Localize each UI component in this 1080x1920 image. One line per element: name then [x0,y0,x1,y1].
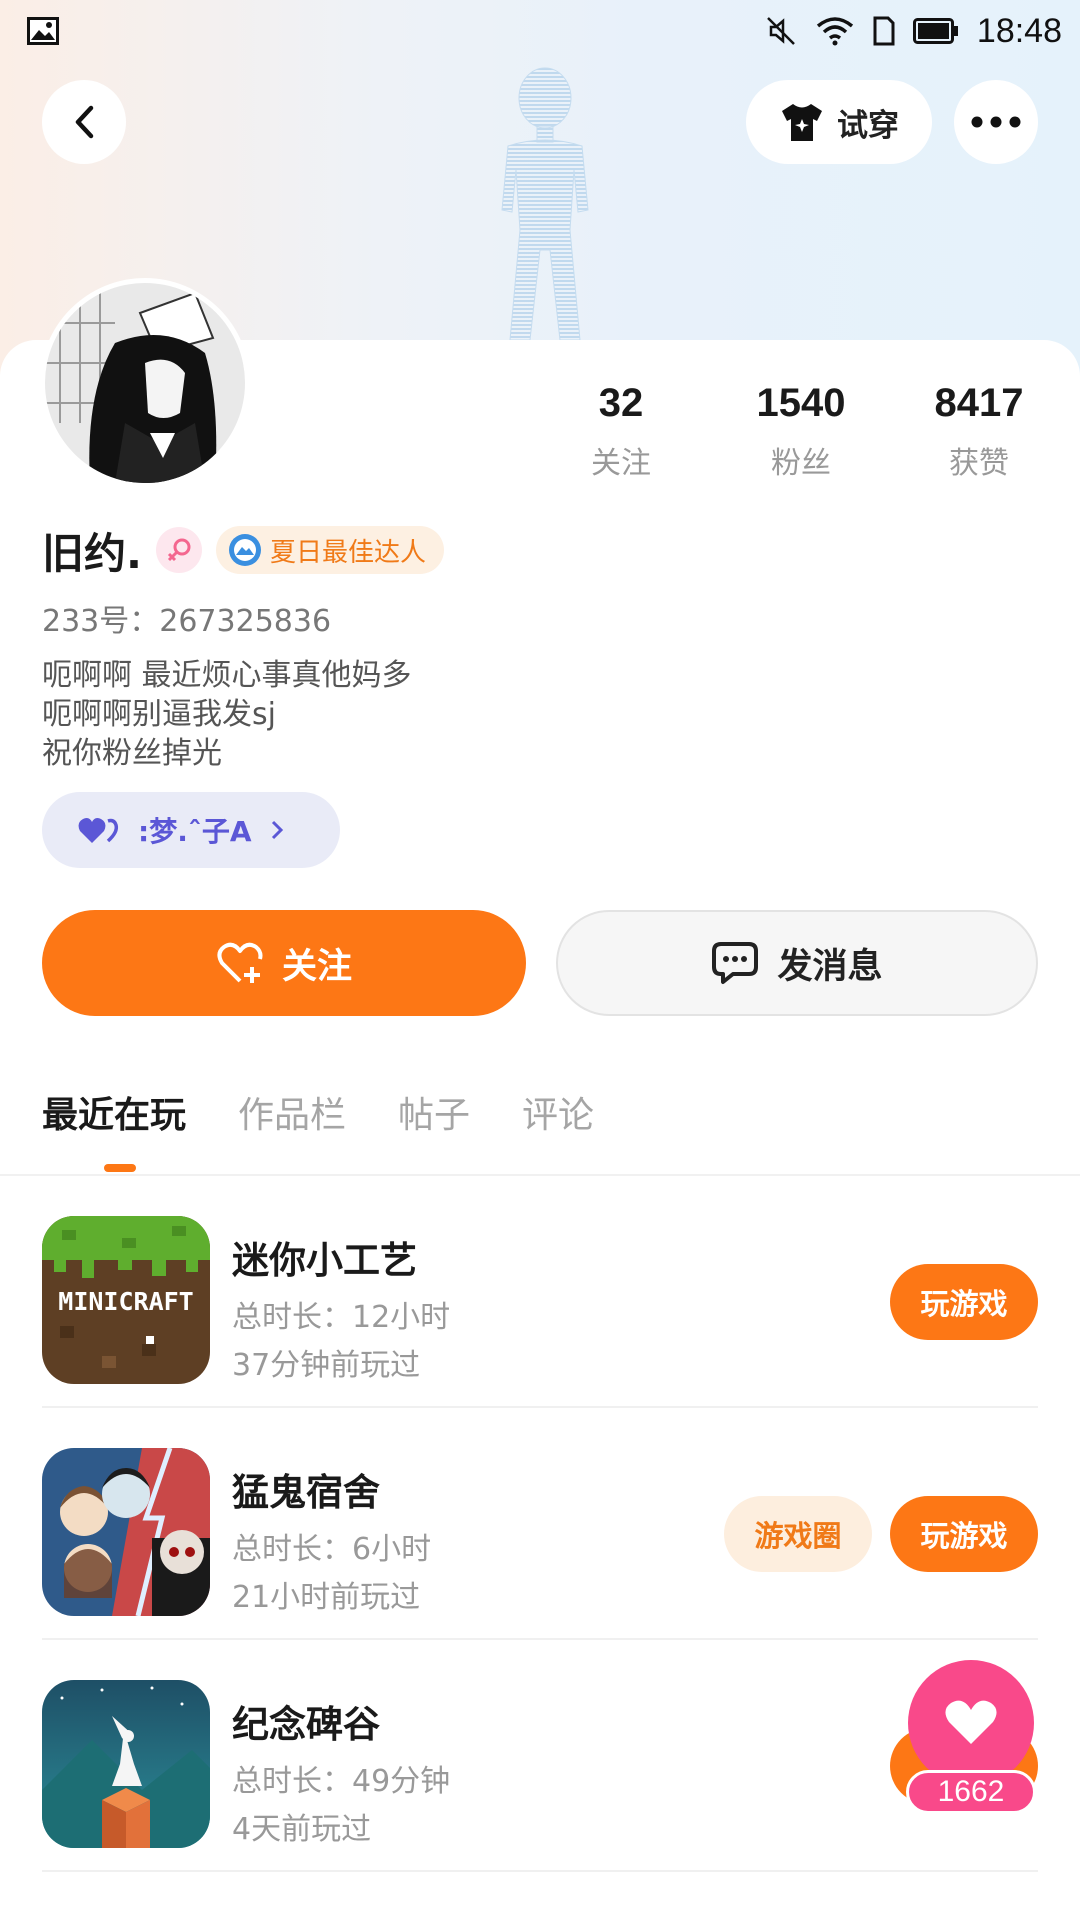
stat-fans[interactable]: 1540 粉丝 [726,380,876,482]
list-item[interactable]: 猛鬼宿舍 总时长：6小时 21小时前玩过 游戏圈 玩游戏 [42,1408,1080,1640]
user-name: 旧约. [42,528,142,578]
fans-count: 1540 [756,381,846,425]
tab-recently-played[interactable]: 最近在玩 [42,1086,186,1138]
user-id: 233号：267325836 [42,604,332,639]
play-game-button[interactable]: 玩游戏 [890,1496,1038,1572]
tab-works[interactable]: 作品栏 [238,1086,346,1138]
heart-icon [945,1700,997,1744]
game-icon-text: MINICRAFT [58,1287,193,1316]
game-duration: 总时长：6小时 [232,1532,432,1567]
female-gender-icon [155,527,202,573]
game-name: 猛鬼宿舍 [232,1471,380,1514]
row-divider [42,1870,1038,1872]
name-row: 旧约. 夏日最佳达人 [42,520,444,580]
chevron-right-icon [271,820,283,840]
like-circle [908,1660,1034,1786]
badge-label: 夏日最佳达人 [269,537,426,568]
stat-likes[interactable]: 8417 获赞 [904,380,1054,482]
likes-count: 8417 [934,381,1024,425]
fans-label: 粉丝 [771,446,831,481]
group-chip-label: :梦.ˆ子A [138,815,252,848]
follow-button[interactable]: 关注 [42,910,526,1016]
game-last-played: 21小时前玩过 [232,1580,421,1615]
tab-posts[interactable]: 帖子 [398,1086,470,1138]
heart-plus-icon [217,942,263,983]
sim-icon [873,16,895,46]
likes-label: 获赞 [949,446,1009,481]
follow-label: 关注 [281,946,352,987]
play-game-button[interactable]: 玩游戏 [890,1264,1038,1340]
game-duration: 总时长：49分钟 [232,1764,451,1799]
avatar-3d-figure-icon [501,67,589,341]
chat-bubble-icon [712,942,759,984]
game-last-played: 37分钟前玩过 [232,1348,421,1383]
message-button[interactable]: 发消息 [556,910,1038,1016]
mute-icon [767,17,795,45]
avatar[interactable] [40,278,250,488]
back-button[interactable] [42,80,126,164]
game-duration: 总时长：12小时 [232,1300,451,1335]
game-icon-haunted-dorm [42,1448,210,1616]
bio-line: 呃啊啊 最近烦心事真他妈多 [42,658,412,693]
more-dots-icon [971,116,1021,128]
status-time: 18:48 [976,11,1062,50]
user-bio: 呃啊啊 最近烦心事真他妈多 呃啊啊别逼我发sj 祝你粉丝掉光 [42,656,412,773]
game-icon-monument-valley [42,1680,210,1848]
shirt-icon [782,104,822,141]
achievement-badge[interactable]: 夏日最佳达人 [215,526,444,574]
profile-tabs: 最近在玩 作品栏 帖子 评论 [42,1086,594,1138]
game-name: 纪念碑谷 [232,1703,380,1746]
try-on-button[interactable]: 试穿 [746,80,932,164]
badge-emblem-icon [228,534,261,566]
active-tab-indicator [104,1164,136,1172]
game-name: 迷你小工艺 [232,1239,417,1282]
bio-line: 祝你粉丝掉光 [42,736,222,771]
message-label: 发消息 [777,946,883,987]
battery-icon [912,18,958,44]
following-label: 关注 [591,446,651,481]
like-count: 1662 [906,1770,1036,1814]
floating-like-button[interactable]: 1662 [906,1660,1036,1814]
group-chip[interactable]: :梦.ˆ子A [42,792,340,868]
wifi-icon [816,17,854,46]
stat-following[interactable]: 32 关注 [546,380,696,482]
gallery-notification-icon [27,17,59,45]
heart-pair-icon [78,818,119,843]
game-circle-button[interactable]: 游戏圈 [724,1496,872,1572]
tab-comments[interactable]: 评论 [522,1086,594,1138]
game-last-played: 4天前玩过 [232,1812,372,1847]
chevron-left-icon [75,105,94,139]
bio-line: 呃啊啊别逼我发sj [42,697,276,732]
game-icon-minicraft: MINICRAFT [42,1216,210,1384]
following-count: 32 [598,381,644,425]
more-options-button[interactable] [954,80,1038,164]
try-on-label: 试穿 [837,107,899,144]
status-bar: 18:48 [0,0,1080,62]
list-item[interactable]: MINICRAFT 迷你小工艺 总时长：12小时 37分钟前玩过 玩游戏 [42,1176,1080,1408]
